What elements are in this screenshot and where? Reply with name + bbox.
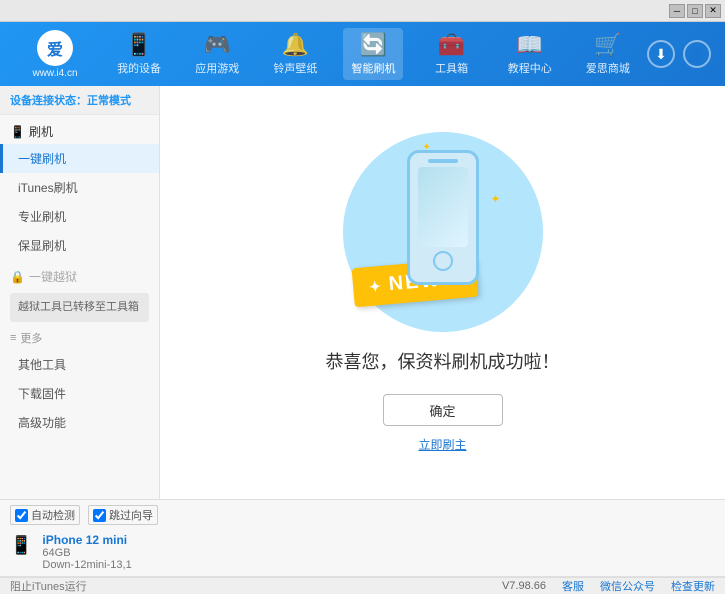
smart-flash-label: 智能刷机 [351, 60, 395, 76]
auto-detect-label: 自动检测 [31, 507, 75, 523]
sidebar-item-other-tools[interactable]: 其他工具 [0, 350, 159, 379]
tutorials-icon: 📖 [516, 32, 543, 58]
jailbreak-section: 🔒 一键越狱 越狱工具已转移至工具箱 [0, 264, 159, 322]
itunes-block-label: 阻止iTunes运行 [10, 578, 87, 594]
device-info: iPhone 12 mini 64GB Down-12mini-13,1 [42, 533, 131, 571]
jailbreak-header: 🔒 一键越狱 [0, 264, 159, 289]
other-tools-label: 其他工具 [18, 356, 66, 373]
flash-icon: 📱 [10, 125, 25, 139]
itunes-flash-label: iTunes刷机 [18, 179, 78, 196]
advanced-label: 高级功能 [18, 414, 66, 431]
mall-icon: 🛒 [594, 32, 621, 58]
more-icon: ≡ [10, 332, 16, 344]
title-bar: ─ □ ✕ [0, 0, 725, 22]
connection-status: 设备连接状态：正常模式 [0, 86, 159, 115]
status-label: 设备连接状态： [10, 95, 87, 107]
header: 爱 www.i4.cn 📱 我的设备 🎮 应用游戏 🔔 铃声壁纸 🔄 智能刷机 … [0, 22, 725, 86]
auto-detect-input[interactable] [15, 509, 28, 522]
success-message: 恭喜您，保资料刷机成功啦！ [326, 348, 560, 374]
mall-label: 爱思商城 [586, 60, 630, 76]
flash-section-header: 📱 刷机 [0, 119, 159, 144]
device-phone-icon: 📱 [10, 535, 32, 556]
device-version: Down-12mini-13,1 [42, 559, 131, 571]
content-area: ✦ ✦ ✦ NEW 恭喜您，保资料刷机成功啦！ 确定 立即刷主 [160, 86, 725, 499]
status-bar-row: 阻止iTunes运行 V7.98.66 客服 微信公众号 检查更新 [0, 577, 725, 594]
sidebar-item-save-flash[interactable]: 保显刷机 [0, 231, 159, 260]
logo-icon: 爱 [37, 30, 73, 66]
tutorials-label: 教程中心 [508, 60, 552, 76]
sidebar: 设备连接状态：正常模式 📱 刷机 一键刷机 iTunes刷机 专业刷机 保显刷机 [0, 86, 160, 499]
customer-service-link[interactable]: 客服 [562, 578, 584, 594]
download-button[interactable]: ⬇ [647, 40, 675, 68]
download-firmware-label: 下载固件 [18, 385, 66, 402]
flash-section: 📱 刷机 一键刷机 iTunes刷机 专业刷机 保显刷机 [0, 119, 159, 260]
nav-toolbox[interactable]: 🧰 工具箱 [422, 28, 482, 80]
nav-smart-flash[interactable]: 🔄 智能刷机 [343, 28, 403, 80]
check-update-link[interactable]: 检查更新 [671, 578, 715, 594]
account-button[interactable]: 👤 [683, 40, 711, 68]
sidebar-item-pro-flash[interactable]: 专业刷机 [0, 202, 159, 231]
logo-subtitle: www.i4.cn [32, 68, 77, 79]
flash-label: 刷机 [29, 123, 53, 140]
nav-right: ⬇ 👤 [647, 40, 711, 68]
jailbreak-notice: 越狱工具已转移至工具箱 [10, 293, 149, 322]
ringtones-label: 铃声壁纸 [273, 60, 317, 76]
toolbox-label: 工具箱 [435, 60, 468, 76]
nav-ringtones[interactable]: 🔔 铃声壁纸 [265, 28, 325, 80]
minimize-button[interactable]: ─ [669, 4, 685, 18]
nav-apps-games[interactable]: 🎮 应用游戏 [187, 28, 247, 80]
guided-input[interactable] [93, 509, 106, 522]
nav-mall[interactable]: 🛒 爱思商城 [578, 28, 638, 80]
status-value: 正常模式 [87, 95, 131, 107]
guided-checkbox[interactable]: 跳过向导 [88, 505, 158, 525]
pro-flash-label: 专业刷机 [18, 208, 66, 225]
main-layout: 设备连接状态：正常模式 📱 刷机 一键刷机 iTunes刷机 专业刷机 保显刷机 [0, 86, 725, 499]
sparkle-2: ✦ [491, 192, 501, 206]
my-device-icon: 📱 [125, 32, 152, 58]
guided-label: 跳过向导 [109, 507, 153, 523]
nav-items: 📱 我的设备 🎮 应用游戏 🔔 铃声壁纸 🔄 智能刷机 🧰 工具箱 📖 教程中心… [100, 28, 647, 80]
sidebar-item-advanced[interactable]: 高级功能 [0, 408, 159, 437]
ringtones-icon: 🔔 [282, 32, 309, 58]
auto-detect-checkbox[interactable]: 自动检测 [10, 505, 80, 525]
wechat-link[interactable]: 微信公众号 [600, 578, 655, 594]
maximize-button[interactable]: □ [687, 4, 703, 18]
device-name: iPhone 12 mini [42, 533, 131, 547]
more-header: ≡ 更多 [0, 326, 159, 350]
logo-area[interactable]: 爱 www.i4.cn [10, 30, 100, 79]
itunes-status: 阻止iTunes运行 [10, 578, 87, 594]
apps-games-icon: 🎮 [204, 32, 231, 58]
version-label: V7.98.66 [502, 580, 546, 592]
sidebar-item-one-click-flash[interactable]: 一键刷机 [0, 144, 159, 173]
sidebar-item-itunes-flash[interactable]: iTunes刷机 [0, 173, 159, 202]
nav-my-device[interactable]: 📱 我的设备 [109, 28, 169, 80]
device-storage: 64GB [42, 547, 131, 559]
phone-illustration: ✦ ✦ ✦ NEW [343, 132, 543, 332]
save-flash-label: 保显刷机 [18, 237, 66, 254]
jailbreak-label: 一键越狱 [29, 268, 77, 285]
reflash-link[interactable]: 立即刷主 [418, 436, 466, 453]
confirm-button[interactable]: 确定 [383, 394, 503, 426]
smart-flash-icon: 🔄 [360, 32, 387, 58]
more-section: ≡ 更多 其他工具 下载固件 高级功能 [0, 326, 159, 437]
close-button[interactable]: ✕ [705, 4, 721, 18]
full-bottom: 自动检测 跳过向导 📱 iPhone 12 mini 64GB Down-12m… [0, 499, 725, 587]
more-label: 更多 [20, 330, 42, 346]
my-device-label: 我的设备 [117, 60, 161, 76]
sidebar-item-download-firmware[interactable]: 下载固件 [0, 379, 159, 408]
apps-games-label: 应用游戏 [195, 60, 239, 76]
toolbox-icon: 🧰 [438, 32, 465, 58]
lock-icon: 🔒 [10, 270, 25, 284]
nav-tutorials[interactable]: 📖 教程中心 [500, 28, 560, 80]
one-click-flash-label: 一键刷机 [18, 150, 66, 167]
